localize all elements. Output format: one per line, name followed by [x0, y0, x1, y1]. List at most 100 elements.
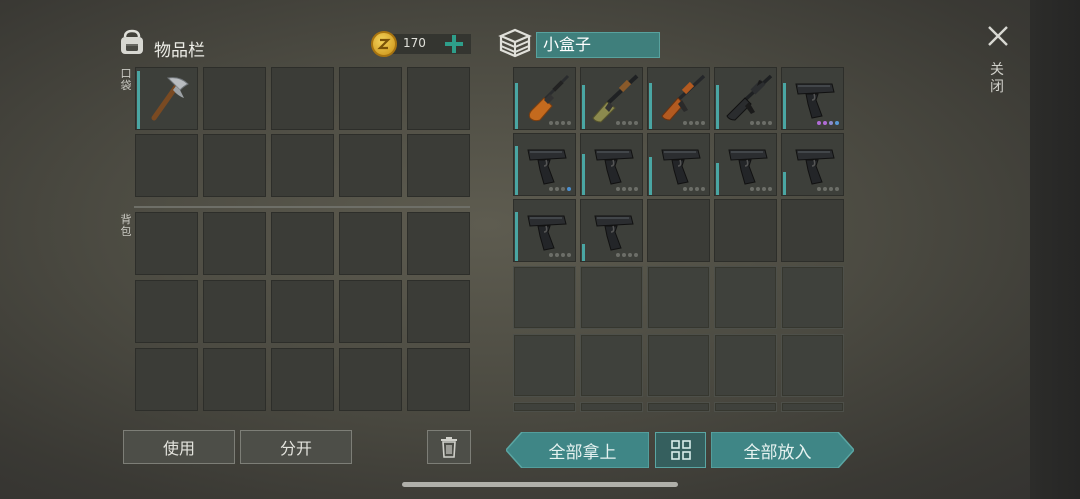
coin-icon	[371, 31, 397, 57]
put-all-button[interactable]: 全部放入	[711, 432, 854, 468]
quality-dot	[567, 121, 571, 125]
quality-dot	[567, 253, 571, 257]
quality-dot	[829, 121, 833, 125]
quality-dot	[634, 253, 638, 257]
locked-container-slot	[513, 266, 576, 329]
container-slot[interactable]	[647, 199, 710, 262]
split-button[interactable]: 分开	[240, 430, 352, 464]
close-icon[interactable]	[986, 24, 1010, 48]
trash-button[interactable]	[427, 430, 471, 464]
take-all-label: 全部拿上	[548, 442, 617, 463]
container-slot[interactable]	[513, 67, 576, 130]
container-slot[interactable]	[781, 199, 844, 262]
pocket-slot[interactable]	[339, 134, 402, 197]
locked-container-slot	[781, 266, 844, 329]
backpack-slot[interactable]	[407, 348, 470, 411]
container-slot[interactable]	[580, 199, 643, 262]
quality-dot	[823, 121, 827, 125]
backpack-slot[interactable]	[203, 212, 266, 275]
quality-dot	[768, 121, 772, 125]
use-button[interactable]: 使用	[123, 430, 235, 464]
container-slot[interactable]	[714, 67, 777, 130]
pocket-slot[interactable]	[407, 67, 470, 130]
container-slot[interactable]	[781, 67, 844, 130]
pickaxe-icon	[140, 70, 196, 130]
container-slot[interactable]	[714, 199, 777, 262]
container-slot[interactable]	[781, 133, 844, 196]
backpack-slot[interactable]	[135, 348, 198, 411]
quality-dot	[750, 187, 754, 191]
container-slot[interactable]	[580, 67, 643, 130]
quality-dots	[549, 121, 571, 125]
locked-container-slot	[513, 334, 576, 397]
quality-dots	[750, 187, 772, 191]
sort-button[interactable]	[655, 432, 706, 468]
trash-icon	[441, 437, 457, 458]
quality-dot	[628, 253, 632, 257]
quality-dot	[616, 253, 620, 257]
locked-container-slot	[714, 402, 777, 412]
quality-dot	[689, 187, 693, 191]
pocket-slot[interactable]	[407, 134, 470, 197]
quality-dot	[634, 187, 638, 191]
pocket-slot[interactable]	[135, 134, 198, 197]
pocket-slot[interactable]	[271, 67, 334, 130]
quality-dot	[683, 187, 687, 191]
backpack-slot[interactable]	[135, 212, 198, 275]
quality-dot	[561, 187, 565, 191]
quality-dot	[823, 187, 827, 191]
quality-dot	[622, 253, 626, 257]
container-slot[interactable]	[647, 67, 710, 130]
backpack-slot[interactable]	[339, 348, 402, 411]
quality-dot	[701, 121, 705, 125]
container-slot[interactable]	[580, 133, 643, 196]
locked-container-slot	[580, 334, 643, 397]
quality-dot	[701, 187, 705, 191]
quality-dot	[634, 121, 638, 125]
quality-dot	[555, 187, 559, 191]
quality-dot	[756, 187, 760, 191]
quality-dot	[555, 121, 559, 125]
locked-container-slot	[714, 334, 777, 397]
inventory-title: 物品栏	[154, 41, 205, 61]
quality-dot	[835, 187, 839, 191]
quality-dot	[628, 187, 632, 191]
locked-container-slot	[781, 402, 844, 412]
pocket-slot[interactable]	[271, 134, 334, 197]
locked-container-slot	[781, 334, 844, 397]
pocket-label: 口袋	[120, 67, 132, 92]
home-indicator[interactable]	[402, 482, 678, 487]
grid-sort-icon	[671, 440, 691, 460]
container-slot[interactable]	[647, 133, 710, 196]
pocket-slot[interactable]	[135, 67, 198, 130]
quality-dot	[695, 187, 699, 191]
backpack-slot[interactable]	[407, 212, 470, 275]
coin-count: 170	[403, 36, 426, 50]
backpack-slot[interactable]	[339, 212, 402, 275]
backpack-slot[interactable]	[271, 280, 334, 343]
locked-container-slot	[714, 266, 777, 329]
quality-dots	[616, 253, 638, 257]
container-slot[interactable]	[513, 199, 576, 262]
quality-dot	[549, 187, 553, 191]
quality-dot	[616, 187, 620, 191]
backpack-slot[interactable]	[407, 280, 470, 343]
quality-dot	[762, 187, 766, 191]
backpack-slot[interactable]	[203, 280, 266, 343]
pocket-slot[interactable]	[203, 134, 266, 197]
close-label[interactable]: 关闭	[989, 62, 1005, 96]
backpack-slot[interactable]	[135, 280, 198, 343]
backpack-slot[interactable]	[203, 348, 266, 411]
backpack-slot[interactable]	[271, 212, 334, 275]
quality-dots	[750, 121, 772, 125]
container-slot[interactable]	[714, 133, 777, 196]
take-all-button[interactable]: 全部拿上	[506, 432, 649, 468]
pocket-slot[interactable]	[203, 67, 266, 130]
backpack-slot[interactable]	[271, 348, 334, 411]
quality-dot	[567, 187, 571, 191]
quality-dot	[695, 121, 699, 125]
pocket-slot[interactable]	[339, 67, 402, 130]
backpack-slot[interactable]	[339, 280, 402, 343]
add-coins-icon[interactable]	[444, 34, 464, 54]
container-slot[interactable]	[513, 133, 576, 196]
